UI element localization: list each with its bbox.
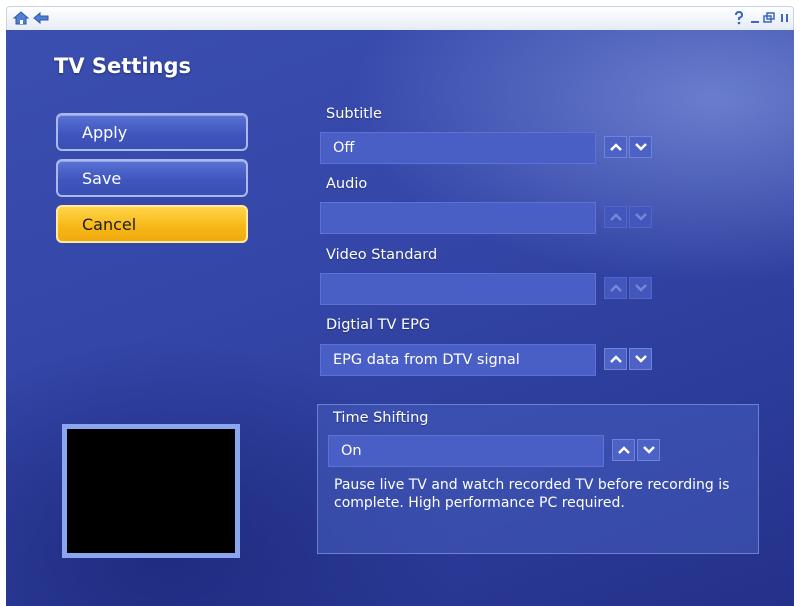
epg-spinner: [604, 348, 660, 372]
subtitle-spinner: [604, 136, 660, 160]
help-icon[interactable]: [733, 11, 745, 25]
window: TV Settings Apply Save Cancel Subtitle O…: [0, 0, 800, 606]
time-shifting-field[interactable]: On: [328, 435, 604, 467]
page-title: TV Settings: [54, 54, 192, 78]
subtitle-up-button[interactable]: [604, 136, 627, 158]
audio-down-button[interactable]: [629, 206, 652, 228]
title-bar: [6, 6, 794, 30]
subtitle-field[interactable]: Off: [320, 132, 596, 164]
time-shifting-spinner: [612, 439, 668, 463]
media-center-panel: TV Settings Apply Save Cancel Subtitle O…: [6, 30, 794, 606]
epg-down-button[interactable]: [629, 348, 652, 370]
time-shifting-label: Time Shifting: [333, 410, 429, 426]
subtitle-label: Subtitle: [326, 106, 382, 122]
home-icon[interactable]: [13, 11, 29, 25]
chevron-down-icon: [634, 143, 647, 151]
subtitle-down-button[interactable]: [629, 136, 652, 158]
restore-icon[interactable]: [763, 11, 775, 25]
audio-up-button[interactable]: [604, 206, 627, 228]
chevron-up-icon: [609, 355, 622, 363]
chevron-down-icon: [642, 446, 655, 454]
close-icon[interactable]: [779, 11, 791, 25]
epg-field[interactable]: EPG data from DTV signal: [320, 344, 596, 376]
video-standard-field[interactable]: [320, 273, 596, 305]
video-standard-up-button[interactable]: [604, 277, 627, 299]
chevron-down-icon: [634, 355, 647, 363]
video-standard-label: Video Standard: [326, 247, 438, 263]
chevron-down-icon: [634, 284, 647, 292]
audio-field[interactable]: [320, 202, 596, 234]
chevron-up-icon: [609, 143, 622, 151]
chevron-up-icon: [617, 446, 630, 454]
save-button[interactable]: Save: [56, 159, 248, 197]
time-shifting-up-button[interactable]: [612, 439, 635, 461]
chevron-down-icon: [634, 213, 647, 221]
apply-button[interactable]: Apply: [56, 113, 248, 151]
chevron-up-icon: [609, 284, 622, 292]
epg-label: Digtial TV EPG: [326, 317, 431, 333]
audio-spinner: [604, 206, 660, 230]
chevron-up-icon: [609, 213, 622, 221]
audio-label: Audio: [326, 176, 368, 192]
tv-preview: [62, 424, 240, 558]
time-shifting-description: Pause live TV and watch recorded TV befo…: [334, 477, 730, 511]
video-standard-spinner: [604, 277, 660, 301]
time-shifting-down-button[interactable]: [637, 439, 660, 461]
epg-up-button[interactable]: [604, 348, 627, 370]
video-standard-down-button[interactable]: [629, 277, 652, 299]
minimize-icon[interactable]: [749, 11, 761, 25]
cancel-button[interactable]: Cancel: [56, 205, 248, 243]
back-icon[interactable]: [33, 11, 49, 25]
